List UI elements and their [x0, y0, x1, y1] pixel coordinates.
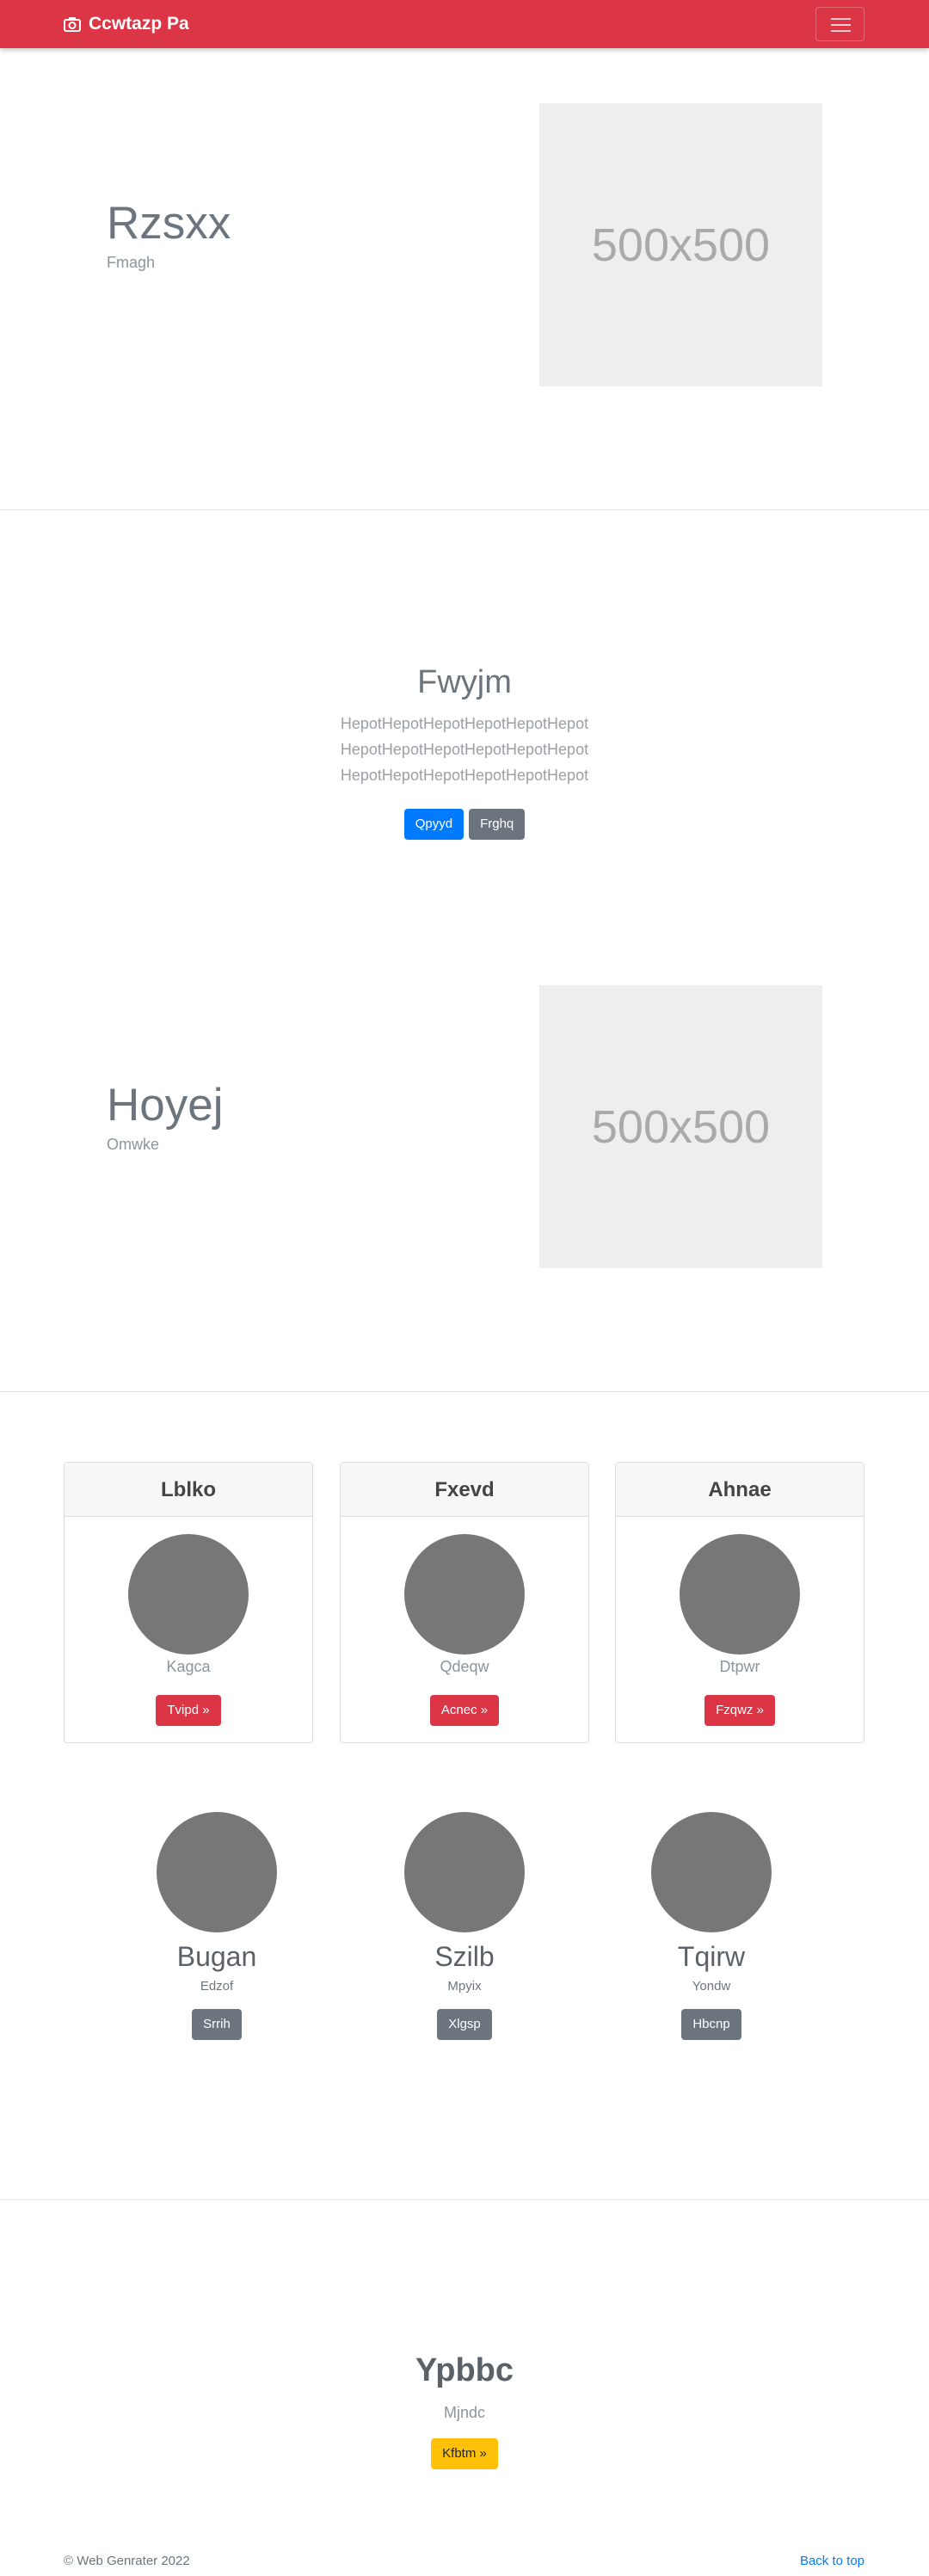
card-header: Lblko	[65, 1463, 312, 1517]
card-header: Fxevd	[341, 1463, 588, 1517]
card-header: Ahnae	[616, 1463, 864, 1517]
member-name: Tqirw	[677, 1941, 746, 1972]
member-subtitle: Mpyix	[447, 1979, 482, 1994]
avatar	[157, 1812, 277, 1932]
secondary-button[interactable]: Frghq	[469, 809, 526, 840]
feature-title: Rzsxx	[107, 198, 231, 249]
team-member: Tqirw Yondw Hbcnp	[634, 1812, 789, 2040]
navbar-toggler-button[interactable]	[815, 7, 864, 41]
member-button[interactable]: Xlgsp	[437, 2009, 492, 2040]
card-button[interactable]: Tvipd »	[156, 1695, 221, 1726]
section-paragraph: HepotHepotHepotHepotHepotHepot HepotHepo…	[0, 711, 929, 788]
cta-button[interactable]: Kfbtm »	[431, 2438, 498, 2469]
paragraph-line: HepotHepotHepotHepotHepotHepot	[340, 767, 589, 784]
primary-button[interactable]: Qpyyd	[403, 809, 464, 840]
member-name: Bugan	[176, 1941, 257, 1972]
brand-text: Ccwtazp Pa	[89, 14, 189, 34]
feature-subtitle: Fmagh	[107, 254, 156, 271]
paragraph-line: HepotHepotHepotHepotHepotHepot	[340, 715, 589, 732]
member-button[interactable]: Hbcnp	[681, 2009, 741, 2040]
section-divider	[0, 1391, 929, 1392]
card-text: Kagca	[166, 1658, 211, 1675]
pricing-card: Lblko Kagca Tvipd »	[64, 1462, 313, 1743]
avatar	[128, 1534, 249, 1655]
member-subtitle: Edzof	[200, 1979, 234, 1994]
team-member: Szilb Mpyix Xlgsp	[387, 1812, 542, 2040]
placeholder-image: 500x500	[539, 103, 822, 386]
member-subtitle: Yondw	[692, 1979, 731, 1994]
section-button-row: Qpyyd Frghq	[0, 809, 929, 840]
avatar	[404, 1812, 525, 1932]
pricing-card: Fxevd Qdeqw Acnec »	[340, 1462, 589, 1743]
section-title: Fwyjm	[417, 664, 512, 700]
camera-icon	[64, 17, 81, 32]
team-member: Bugan Edzof Srrih	[139, 1812, 294, 2040]
footer-copyright: © Web Genrater 2022	[64, 2554, 190, 2568]
placeholder-label: 500x500	[591, 1100, 771, 1153]
card-button[interactable]: Fzqwz »	[704, 1695, 775, 1726]
placeholder-label: 500x500	[591, 219, 771, 271]
avatar	[651, 1812, 772, 1932]
card-button[interactable]: Acnec »	[429, 1695, 500, 1726]
section-divider	[0, 2199, 929, 2200]
feature-subtitle: Omwke	[107, 1136, 160, 1153]
cta-subtitle: Mjndc	[443, 2404, 485, 2421]
navbar: Ccwtazp Pa	[0, 0, 929, 48]
member-button[interactable]: Srrih	[192, 2009, 242, 2040]
paragraph-line: HepotHepotHepotHepotHepotHepot	[340, 741, 589, 758]
avatar	[680, 1534, 800, 1655]
placeholder-image: 500x500	[539, 985, 822, 1268]
section-divider	[0, 509, 929, 510]
card-text: Qdeqw	[440, 1658, 489, 1675]
feature-title: Hoyej	[107, 1080, 224, 1131]
cta-title: Ypbbc	[415, 2352, 514, 2388]
member-name: Szilb	[434, 1941, 495, 1972]
brand-link[interactable]: Ccwtazp Pa	[64, 14, 189, 34]
avatar	[404, 1534, 525, 1655]
card-text: Dtpwr	[719, 1658, 760, 1675]
pricing-card: Ahnae Dtpwr Fzqwz »	[615, 1462, 864, 1743]
back-to-top-link[interactable]: Back to top	[800, 2554, 864, 2568]
